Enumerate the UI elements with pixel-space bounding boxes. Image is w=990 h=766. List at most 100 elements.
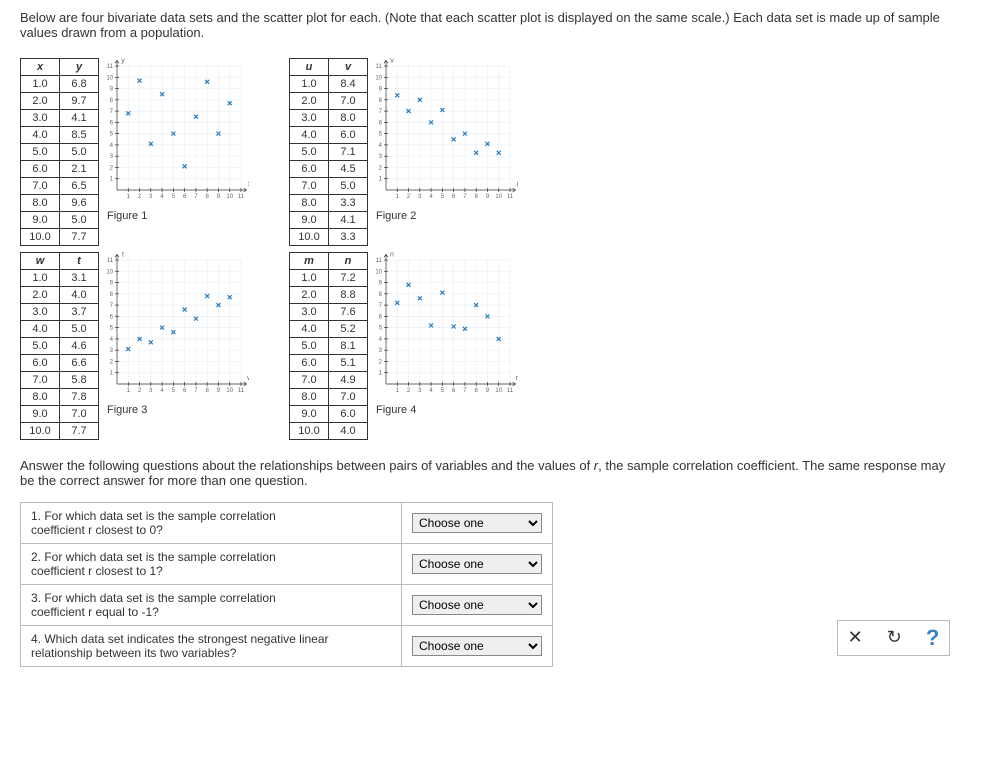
col-m: m [290,253,329,270]
svg-text:2: 2 [110,165,114,171]
table-fig4: mn 1.07.22.08.83.07.64.05.25.08.16.05.17… [289,252,368,440]
svg-text:3: 3 [379,348,383,354]
svg-text:t: t [122,252,124,258]
svg-text:3: 3 [149,194,153,200]
help-button[interactable]: ? [926,625,939,651]
table-row: 10.07.7 [21,229,99,246]
svg-text:10: 10 [106,75,113,81]
table-row: 10.04.0 [290,423,368,440]
svg-text:3: 3 [149,388,153,394]
question-4: 4. Which data set indicates the stronges… [21,626,552,666]
table-row: 8.03.3 [290,195,368,212]
svg-text:2: 2 [407,388,411,394]
svg-text:3: 3 [110,348,114,354]
svg-text:y: y [121,58,125,64]
table-row: 6.05.1 [290,355,368,372]
svg-text:u: u [517,181,518,188]
table-row: 10.07.7 [21,423,99,440]
svg-text:6: 6 [379,314,383,320]
svg-text:4: 4 [110,143,114,149]
svg-text:1: 1 [379,177,383,183]
questions-intro: Answer the following questions about the… [20,458,970,488]
svg-text:9: 9 [379,281,383,287]
table-row: 7.05.0 [290,178,368,195]
svg-text:1: 1 [110,177,114,183]
col-t: t [60,253,99,270]
svg-text:2: 2 [407,194,411,200]
svg-text:8: 8 [110,98,114,104]
svg-text:3: 3 [379,154,383,160]
svg-text:9: 9 [110,87,114,93]
svg-text:10: 10 [106,269,113,275]
svg-text:5: 5 [110,132,114,138]
svg-text:x: x [248,181,249,188]
svg-text:10: 10 [226,194,233,200]
table-row: 2.04.0 [21,287,99,304]
question-2: 2. For which data set is the sample corr… [21,544,552,585]
svg-text:11: 11 [107,64,114,70]
col-u: u [290,59,329,76]
table-row: 1.03.1 [21,270,99,287]
svg-text:10: 10 [375,75,382,81]
table-row: 7.04.9 [290,372,368,389]
svg-text:2: 2 [110,359,114,365]
table-row: 8.07.0 [290,389,368,406]
question-1: 1. For which data set is the sample corr… [21,503,552,544]
table-row: 5.04.6 [21,338,99,355]
svg-text:m: m [516,375,518,382]
clear-button[interactable]: ✕ [848,627,863,648]
svg-text:6: 6 [183,194,187,200]
svg-text:8: 8 [475,194,479,200]
svg-text:11: 11 [376,64,383,70]
svg-text:6: 6 [452,194,456,200]
intro-line2: values drawn from a population. [20,25,204,40]
svg-text:8: 8 [206,388,210,394]
select-q2[interactable]: Choose one [412,554,542,574]
panels-container: xy 1.06.82.09.73.04.14.08.55.05.06.02.17… [20,58,970,440]
table-fig1: xy 1.06.82.09.73.04.14.08.55.05.06.02.17… [20,58,99,246]
table-fig2: uv 1.08.42.07.03.08.04.06.05.07.16.04.57… [289,58,368,246]
svg-text:7: 7 [463,388,467,394]
svg-text:4: 4 [379,337,383,343]
col-w: w [21,253,60,270]
label-fig3: Figure 3 [107,404,249,416]
panel-fig3: wt 1.03.12.04.03.03.74.05.05.04.66.06.67… [20,252,249,440]
svg-text:5: 5 [441,388,445,394]
svg-text:8: 8 [206,194,210,200]
svg-text:5: 5 [110,326,114,332]
svg-text:7: 7 [110,303,114,309]
table-row: 2.07.0 [290,93,368,110]
scatter-fig1: 11223344556677889910101111xy [99,58,249,208]
svg-text:w: w [246,375,249,382]
table-fig3: wt 1.03.12.04.03.03.74.05.05.04.66.06.67… [20,252,99,440]
table-row: 10.03.3 [290,229,368,246]
svg-text:8: 8 [110,292,114,298]
select-q3[interactable]: Choose one [412,595,542,615]
svg-text:6: 6 [110,314,114,320]
svg-text:4: 4 [160,388,164,394]
svg-text:1: 1 [379,371,383,377]
svg-text:7: 7 [463,194,467,200]
svg-text:8: 8 [379,292,383,298]
reset-button[interactable]: ↻ [887,627,902,648]
table-row: 9.07.0 [21,406,99,423]
svg-text:9: 9 [379,87,383,93]
svg-text:9: 9 [217,388,221,394]
svg-text:v: v [390,58,394,64]
panel-row-1: xy 1.06.82.09.73.04.14.08.55.05.06.02.17… [20,58,970,246]
table-row: 9.06.0 [290,406,368,423]
svg-text:8: 8 [475,388,479,394]
table-row: 4.05.0 [21,321,99,338]
panel-row-2: wt 1.03.12.04.03.03.74.05.05.04.66.06.67… [20,252,970,440]
col-v: v [329,59,368,76]
svg-text:11: 11 [107,258,114,264]
select-q4[interactable]: Choose one [412,636,542,656]
select-q1[interactable]: Choose one [412,513,542,533]
svg-text:1: 1 [396,194,400,200]
table-row: 2.09.7 [21,93,99,110]
svg-text:6: 6 [452,388,456,394]
svg-text:9: 9 [486,194,490,200]
table-row: 6.04.5 [290,161,368,178]
table-row: 5.08.1 [290,338,368,355]
table-row: 8.07.8 [21,389,99,406]
